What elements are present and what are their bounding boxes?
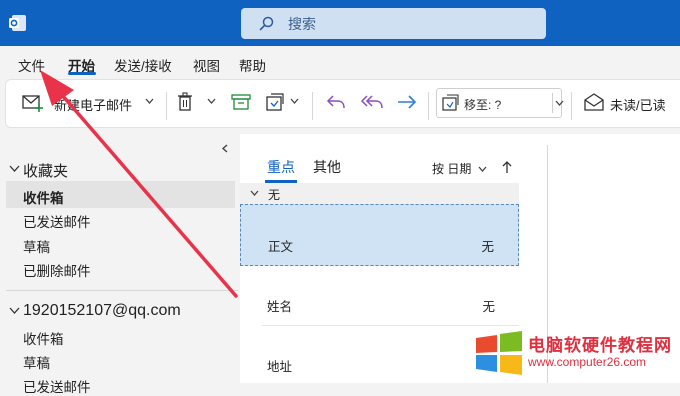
- ribbon-divider: [571, 92, 572, 120]
- chevron-down-icon[interactable]: [145, 98, 154, 104]
- move-icon[interactable]: [266, 92, 288, 112]
- tab-focused[interactable]: 重点: [267, 157, 295, 177]
- windows-logo-icon: [476, 331, 522, 375]
- sort-button[interactable]: 按 日期: [432, 160, 471, 177]
- menu-view[interactable]: 视图: [193, 55, 220, 75]
- search-box[interactable]: 搜索: [241, 8, 546, 39]
- account-folder-drafts[interactable]: 草稿: [23, 352, 50, 372]
- dropdown-divider: [552, 93, 553, 113]
- reply-icon[interactable]: [326, 93, 346, 111]
- watermark: 电脑软硬件教程网 www.computer26.com: [472, 328, 677, 378]
- tab-other[interactable]: 其他: [313, 157, 341, 177]
- archive-icon[interactable]: [231, 93, 251, 111]
- message-subject: 无: [481, 240, 494, 254]
- account-folder-sent[interactable]: 已发送邮件: [23, 376, 91, 396]
- sort-direction-icon[interactable]: [502, 160, 512, 174]
- watermark-title: 电脑软硬件教程网: [528, 336, 672, 355]
- chevron-down-icon[interactable]: [250, 190, 259, 196]
- outlook-logo-icon[interactable]: [9, 14, 27, 32]
- collapse-pane-icon[interactable]: [221, 144, 229, 153]
- menu-help[interactable]: 帮助: [239, 55, 266, 75]
- chevron-down-icon: [555, 100, 564, 106]
- menu-bar: 文件 开始 发送/接收 视图 帮助: [0, 46, 680, 76]
- sidebar-divider: [6, 290, 238, 291]
- favorites-header[interactable]: 收藏夹: [23, 160, 68, 181]
- new-mail-icon[interactable]: [22, 93, 44, 113]
- ribbon-divider: [428, 92, 429, 120]
- chevron-down-icon[interactable]: [9, 307, 20, 315]
- chevron-down-icon[interactable]: [9, 165, 20, 173]
- group-label: 无: [268, 188, 281, 202]
- active-tab-indicator: [68, 72, 96, 75]
- menu-file[interactable]: 文件: [18, 55, 45, 75]
- folder-sent[interactable]: 已发送邮件: [23, 211, 91, 231]
- unread-read-button[interactable]: 未读/已读: [610, 95, 666, 114]
- list-item[interactable]: 姓名 无: [240, 266, 519, 328]
- chevron-down-icon[interactable]: [290, 98, 299, 104]
- new-mail-button[interactable]: 新建电子邮件: [54, 95, 132, 114]
- menu-send-receive[interactable]: 发送/接收: [114, 55, 172, 75]
- move-to-label: 移至: ?: [464, 98, 502, 112]
- message-sender: 正文: [268, 240, 294, 254]
- forward-icon[interactable]: [396, 94, 418, 110]
- folder-drafts[interactable]: 草稿: [23, 236, 50, 256]
- move-to-icon: [442, 94, 459, 111]
- watermark-url: www.computer26.com: [528, 355, 647, 369]
- delete-icon[interactable]: [177, 92, 193, 112]
- ribbon-divider: [166, 92, 167, 120]
- open-envelope-icon[interactable]: [584, 93, 604, 111]
- folder-inbox[interactable]: 收件箱: [23, 187, 64, 207]
- chevron-down-icon[interactable]: [478, 166, 487, 172]
- move-to-dropdown[interactable]: 移至: ?: [436, 88, 564, 118]
- reply-all-icon[interactable]: [360, 93, 384, 111]
- account-folder-inbox[interactable]: 收件箱: [23, 328, 64, 348]
- list-item[interactable]: 正文 无: [240, 204, 519, 266]
- chevron-down-icon[interactable]: [207, 98, 216, 104]
- account-header[interactable]: 1920152107@qq.com: [23, 302, 181, 320]
- message-subject: 无: [482, 300, 495, 314]
- ribbon-toolbar: 新建电子邮件 移至: ? 未读/已读: [5, 79, 680, 128]
- ribbon-divider: [312, 92, 313, 120]
- search-placeholder: 搜索: [288, 16, 316, 32]
- message-sender: 地址: [267, 360, 293, 374]
- folder-deleted[interactable]: 已删除邮件: [23, 260, 91, 280]
- message-sender: 姓名: [267, 300, 293, 314]
- title-bar: 搜索: [0, 0, 680, 46]
- group-header[interactable]: [240, 183, 519, 204]
- search-icon: [259, 16, 274, 31]
